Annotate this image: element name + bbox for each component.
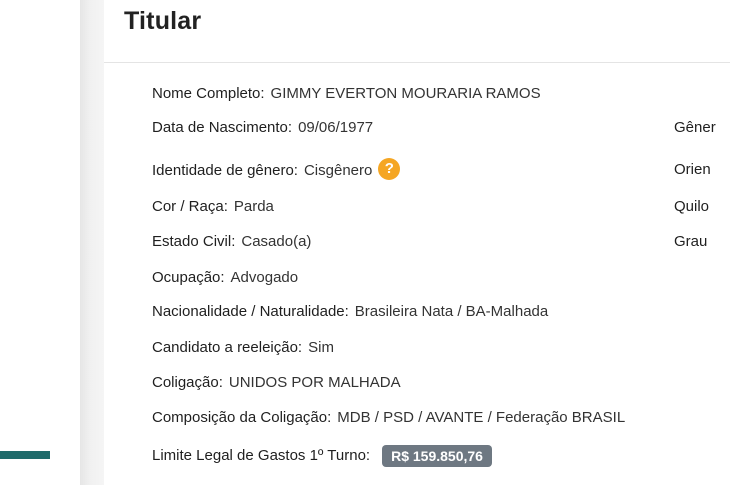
gutter-shadow	[80, 0, 104, 485]
section-title: Titular	[124, 7, 202, 35]
field-nome-completo: Nome Completo: GIMMY EVERTON MOURARIA RAM…	[152, 84, 541, 104]
field-coligacao: Coligação: UNIDOS POR MALHADA	[152, 373, 401, 393]
field-composicao-coligacao: Composição da Coligação: MDB / PSD / AVAN…	[152, 408, 625, 428]
field-orientacao-label: Orien	[674, 161, 711, 178]
field-identidade-genero: Identidade de gênero: Cisgênero?	[152, 158, 401, 182]
left-rail	[0, 0, 80, 485]
field-label: Nome Completo:	[152, 85, 265, 102]
money-badge: R$ 159.850,76	[382, 445, 492, 467]
field-label: Data de Nascimento:	[152, 119, 293, 136]
field-label: Identidade de gênero:	[152, 161, 298, 179]
field-label: Candidato a reeleição:	[152, 339, 303, 356]
left-accent-bar	[0, 451, 50, 459]
field-value: Advogado	[230, 269, 299, 286]
field-value: 09/06/1977	[298, 119, 374, 136]
field-limite-gastos: Limite Legal de Gastos 1º Turno: R$ 159.8…	[152, 445, 492, 467]
field-candidato-reeleicao: Candidato a reeleição: Sim	[152, 338, 334, 358]
field-ocupacao: Ocupação: Advogado	[152, 268, 298, 288]
field-label: Estado Civil:	[152, 233, 236, 250]
field-cor-raca: Cor / Raça: Parda	[152, 197, 274, 217]
field-quilombola-label: Quilo	[674, 198, 710, 215]
question-mark-icon[interactable]: ?	[378, 158, 401, 180]
field-value: Casado(a)	[241, 233, 312, 250]
field-label: Limite Legal de Gastos 1º Turno:	[152, 446, 371, 464]
field-value: UNIDOS POR MALHADA	[228, 374, 401, 391]
field-value: Brasileira Nata / BA-Malhada	[354, 303, 549, 320]
field-label: Composição da Coligação:	[152, 409, 332, 426]
field-estado-civil: Estado Civil: Casado(a)	[152, 232, 311, 252]
field-value: Cisgênero	[303, 161, 373, 179]
field-nacionalidade: Nacionalidade / Naturalidade: Brasileira …	[152, 302, 548, 322]
field-data-nascimento: Data de Nascimento: 09/06/1977	[152, 118, 373, 138]
field-label: Coligação:	[152, 374, 223, 391]
field-label: Nacionalidade / Naturalidade:	[152, 303, 349, 320]
field-grau-label: Grau	[674, 233, 708, 250]
field-value: Parda	[233, 198, 274, 215]
field-value: GIMMY EVERTON MOURARIA RAMOS	[270, 85, 541, 102]
page: Titular Nome Completo: GIMMY EVERTON MOUR…	[0, 0, 730, 485]
field-genero-label: Gêner	[674, 119, 716, 136]
titular-card: Titular Nome Completo: GIMMY EVERTON MOUR…	[104, 0, 730, 485]
field-value: Sim	[308, 339, 334, 356]
card-header: Titular	[104, 0, 730, 63]
field-label: Cor / Raça:	[152, 198, 228, 215]
field-value: MDB / PSD / AVANTE / Federação BRASIL	[337, 409, 626, 426]
field-label: Ocupação:	[152, 269, 225, 286]
